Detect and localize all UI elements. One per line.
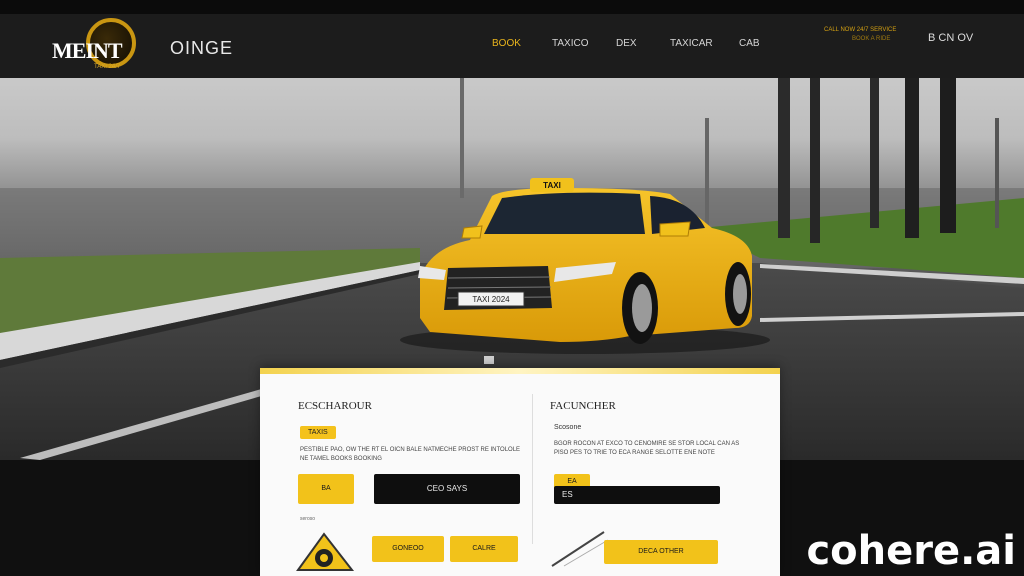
promo-line-2: BOOK A RIDE <box>852 36 891 42</box>
site-header: MEINT TAXI 24/7 OINGE BOOK TAXICO DEX TA… <box>0 14 1024 79</box>
nav-item-5[interactable]: CAB <box>739 38 760 49</box>
road-graphic-icon <box>551 531 609 567</box>
right-section-title: FACUNCHER <box>550 400 616 412</box>
left-action-button-1[interactable]: GONEOO <box>372 536 444 562</box>
logo-text: MEINT <box>52 38 123 63</box>
left-section-text: PESTIBLE PAO, OW THE RT EL OICN BALE NAT… <box>300 447 521 462</box>
header-promo: CALL NOW 24/7 SERVICE BOOK A RIDE <box>824 27 904 42</box>
nav-item-4[interactable]: TAXICAR <box>670 38 713 49</box>
license-plate-text: TAXI 2024 <box>472 295 510 304</box>
nav-item-3[interactable]: DEX <box>616 38 637 49</box>
top-band <box>0 0 1024 14</box>
left-small-tag: BA <box>298 474 354 504</box>
promo-line-1: CALL NOW 24/7 SERVICE <box>824 27 897 33</box>
site-logo[interactable]: MEINT TAXI 24/7 <box>52 16 156 82</box>
left-section-title: ECSCHAROUR <box>298 400 372 412</box>
right-info-bar: ES <box>554 486 720 504</box>
panel-top-accent <box>260 368 780 374</box>
roof-sign-text: TAXI <box>543 181 561 190</box>
left-info-bar: CEO SAYS <box>374 474 520 504</box>
right-section-subtitle: Scosone <box>554 424 582 431</box>
taxi-badge-icon <box>296 532 355 571</box>
left-action-button-2[interactable]: CALRE <box>450 536 518 562</box>
watermark-logo: cohere.ai <box>806 528 1016 574</box>
panel-divider <box>532 394 533 544</box>
nav-item-2[interactable]: TAXICO <box>552 38 588 49</box>
nav-item-1[interactable]: BOOK <box>492 38 521 49</box>
logo-subtitle: TAXI 24/7 <box>94 64 121 70</box>
right-section-text: BGOR ROCON AT EXCO TO CENOMIRE SE STOR L… <box>554 441 740 456</box>
account-link[interactable]: B CN OV <box>928 32 973 44</box>
left-section-tag: TAXIS <box>300 426 336 439</box>
brand-name: OINGE <box>170 38 234 58</box>
right-action-button[interactable]: DECA OTHER <box>604 540 718 564</box>
booking-panel: ECSCHAROUR TAXIS PESTIBLE PAO, OW THE RT… <box>260 368 780 576</box>
left-mini-label: seroso <box>300 516 316 522</box>
